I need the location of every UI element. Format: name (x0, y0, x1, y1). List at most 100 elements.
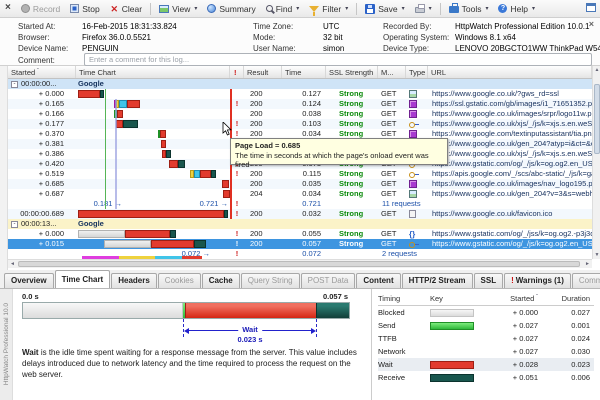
bar-segment-teal (224, 210, 228, 218)
collapse-icon[interactable]: - (11, 221, 18, 228)
record-button[interactable]: Record (16, 3, 65, 15)
dropdown-arrow-icon: ▾ (485, 5, 488, 12)
column-header-time-chart[interactable]: Time Chart (76, 66, 230, 78)
tab-overview[interactable]: Overview (4, 273, 54, 288)
request-row[interactable]: + 0.0002000.127StrongGEThttps://www.goog… (8, 89, 592, 99)
started-cell: + 0.381 (8, 139, 76, 149)
detail-tabs: OverviewTime ChartHeadersCookiesCache Que… (0, 270, 600, 289)
bar-segment-red (116, 120, 123, 128)
timing-row-ttfb[interactable]: TTFB+ 0.0270.024 (378, 332, 594, 345)
time-chart-cell (76, 129, 230, 139)
timing-duration: 0.001 (542, 321, 594, 330)
window-button[interactable] (586, 3, 596, 14)
find-button[interactable]: Find▾ (261, 3, 305, 15)
tab-label: Query String (248, 276, 293, 285)
request-row[interactable]: + 0.6852000.035StrongGEThttps://www.goog… (8, 179, 592, 189)
tab-comment[interactable]: Comment (572, 273, 600, 288)
column-header-url[interactable]: URL (428, 66, 592, 78)
detail-bar-wait (185, 303, 316, 318)
column-header--[interactable]: ! (230, 66, 244, 78)
field-value: simon (323, 44, 344, 53)
page-summary-row[interactable]: 0.181 →0.721 →!0.72111 requests (8, 199, 592, 209)
close-icon[interactable]: × (4, 2, 16, 15)
filter-button[interactable]: Filter▾ (304, 3, 353, 15)
session-field: Recorded By:HttpWatch Professional Editi… (383, 21, 600, 32)
request-row[interactable]: + 0.1662000.038StrongGEThttps://www.goog… (8, 109, 592, 119)
comment-input[interactable] (84, 53, 592, 66)
request-row[interactable]: + 0.6872040.034StrongGEThttps://www.goog… (8, 189, 592, 199)
scroll-up-icon[interactable]: ▲ (593, 67, 600, 73)
stop-button[interactable]: Stop (65, 3, 105, 15)
time-chart-cell (76, 149, 230, 159)
print-button[interactable]: ▾ (410, 3, 437, 14)
method-cell: GET (378, 179, 406, 189)
view-button[interactable]: View▾ (154, 3, 202, 15)
column-header-m-[interactable]: M... (378, 66, 406, 78)
tab-query-string[interactable]: Query String (241, 273, 300, 288)
timing-header-duration[interactable]: Duration (542, 294, 594, 303)
horizontal-scrollbar[interactable]: ◄ ► (8, 259, 592, 268)
tab-cookies[interactable]: Cookies (158, 273, 201, 288)
scroll-right-icon[interactable]: ► (585, 261, 590, 267)
summary-button[interactable]: Summary (202, 3, 260, 15)
timing-duration: 0.024 (542, 334, 594, 343)
request-row[interactable]: + 0.177!2000.103StrongGEThttps://www.goo… (8, 119, 592, 129)
request-row[interactable]: + 0.165!2000.124StrongGEThttps://ssl.gst… (8, 99, 592, 109)
tab-ssl[interactable]: SSL (474, 273, 504, 288)
timing-row-network[interactable]: Network+ 0.0270.030 (378, 345, 594, 358)
url-cell: https://www.google.co.uk/favicon.ico (428, 209, 592, 219)
timing-header-key[interactable]: Key (430, 294, 488, 303)
url-cell: https://www.google.co.uk/xjs/_/js/k=xjs.… (428, 119, 592, 129)
stop-icon (70, 4, 79, 13)
column-header-type[interactable]: Type (406, 66, 428, 78)
horizontal-scroll-thumb[interactable] (18, 261, 580, 267)
tools-button[interactable]: Tools▾ (444, 3, 494, 15)
request-row[interactable]: + 0.000!2000.055StrongGET{}https://www.g… (8, 229, 592, 239)
field-label: Started At: (18, 22, 82, 31)
started-cell: + 0.015 (8, 239, 76, 249)
toolbar-label: View (172, 4, 190, 14)
url-cell: https://www.google.com/textinputassistan… (428, 129, 592, 139)
timing-row-receive[interactable]: Receive+ 0.0510.006 (378, 371, 594, 384)
timing-header-timing[interactable]: Timing (378, 294, 430, 303)
clear-button[interactable]: ✕Clear (105, 3, 147, 15)
started-cell: + 0.000 (8, 229, 76, 239)
timing-row-wait[interactable]: Wait+ 0.0280.023 (378, 358, 594, 371)
summary-chart: 0.181 →0.721 → (76, 199, 230, 209)
timing-row-send[interactable]: Send+ 0.0270.001 (378, 319, 594, 332)
type-cell (406, 89, 428, 99)
vertical-scrollbar[interactable]: ▲ ▼ (592, 66, 600, 259)
column-header-result[interactable]: Result (244, 66, 282, 78)
group-row[interactable]: -00:00:00...Google (8, 79, 592, 89)
page-summary-row[interactable]: 0.072 →!0.0722 requests (8, 249, 592, 259)
group-started: -00:00:13... (8, 219, 76, 229)
tab-post-data[interactable]: POST Data (301, 273, 356, 288)
tab-headers[interactable]: Headers (111, 273, 157, 288)
group-row[interactable]: -00:00:13...Google (8, 219, 592, 229)
tab-cache[interactable]: Cache (202, 273, 240, 288)
save-button[interactable]: Save▾ (360, 3, 409, 15)
tooltip-text: The time in seconds at which the page's … (235, 151, 429, 169)
request-row-selected[interactable]: + 0.015!2000.057StrongGEThttps://www.gst… (8, 239, 592, 249)
started-cell: + 0.685 (8, 179, 76, 189)
tab-http-2-stream[interactable]: HTTP/2 Stream (402, 273, 473, 288)
tab-warnings-1-[interactable]: !Warnings (1) (504, 273, 571, 288)
dom-load-line (115, 99, 117, 209)
timing-row-blocked[interactable]: Blocked+ 0.0000.027 (378, 306, 594, 319)
vertical-scroll-thumb[interactable] (594, 84, 600, 154)
ssl-cell (326, 199, 378, 209)
request-row[interactable]: + 0.519!2000.115StrongGEThttps://apis.go… (8, 169, 592, 179)
column-header-time[interactable]: Time (282, 66, 326, 78)
scroll-down-icon[interactable]: ▼ (593, 252, 600, 258)
wait-description-lead: Wait (22, 348, 39, 357)
scroll-left-icon[interactable]: ◄ (10, 261, 15, 267)
request-row[interactable]: 00:00:00.689!2000.032StrongGEThttps://ww… (8, 209, 592, 219)
tab-time-chart[interactable]: Time Chart (55, 270, 111, 288)
timing-header-started[interactable]: Started ˆ (488, 294, 542, 303)
help-button[interactable]: ?Help▾ (493, 3, 540, 15)
column-header-started[interactable]: Started ˆ (8, 66, 76, 78)
collapse-icon[interactable]: - (11, 81, 18, 88)
tab-content[interactable]: Content (356, 273, 400, 288)
warning-icon: ! (511, 276, 514, 285)
column-header-ssl-strength[interactable]: SSL Strength (326, 66, 378, 78)
